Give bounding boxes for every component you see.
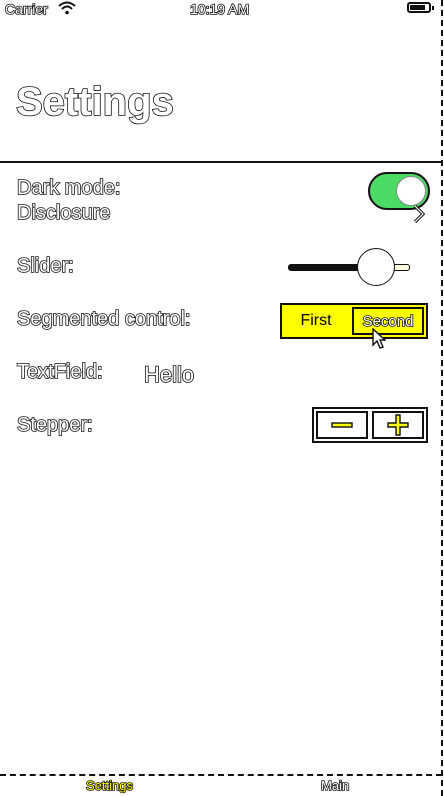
status-time: 10:19 AM (189, 0, 250, 18)
minus-icon (331, 422, 353, 428)
text-field-label: TextField: (16, 360, 103, 384)
segmented-control-label: Segmented control: (16, 307, 191, 331)
slider-label: Slider: (16, 254, 74, 278)
segmented-control: First Second (280, 303, 428, 339)
disclosure-label: Disclosure (16, 201, 111, 225)
dashed-right-border (441, 0, 443, 796)
row-disclosure[interactable]: Disclosure (0, 188, 440, 240)
mouse-cursor-icon (372, 328, 386, 349)
battery-icon (407, 2, 434, 13)
stepper-label: Stepper: (16, 413, 93, 437)
battery-level (410, 5, 425, 10)
page-title: Settings (15, 79, 174, 125)
carrier-label: Carrier (4, 0, 48, 18)
segment-second[interactable]: Second (352, 307, 424, 335)
status-bar: Carrier 10:19 AM (0, 0, 444, 20)
slider[interactable] (288, 247, 410, 287)
wifi-icon (58, 1, 76, 15)
chevron-right-icon (413, 204, 426, 224)
tab-bar: Settings Main (0, 774, 442, 796)
tab-settings[interactable]: Settings (85, 777, 134, 794)
tab-bar-divider (0, 774, 442, 776)
stepper-decrement-button[interactable] (316, 411, 368, 439)
row-text-field: TextField: (0, 349, 440, 401)
plus-icon (387, 414, 409, 436)
stepper-increment-button[interactable] (372, 411, 424, 439)
tab-main[interactable]: Main (320, 777, 350, 794)
row-slider: Slider: (0, 241, 440, 293)
text-field-input[interactable] (144, 359, 344, 391)
slider-thumb[interactable] (356, 248, 395, 286)
row-stepper: Stepper: (0, 398, 440, 450)
segment-first[interactable]: First (282, 305, 350, 337)
stepper (312, 407, 428, 443)
row-segmented-control: Segmented control: First Second (0, 302, 440, 354)
